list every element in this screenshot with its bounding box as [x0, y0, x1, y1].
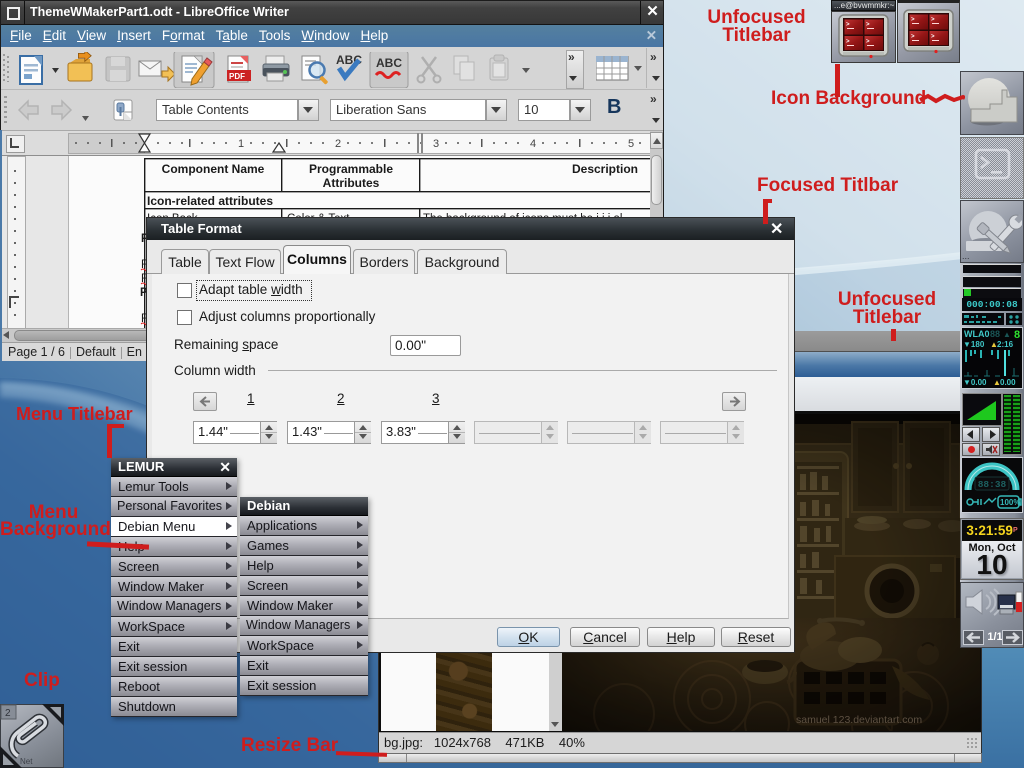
svg-text:>: > — [866, 21, 870, 28]
svg-text:ABC: ABC — [376, 56, 402, 70]
svg-text:1: 1 — [238, 138, 244, 150]
svg-text:▲: ▲ — [1003, 330, 1011, 339]
svg-text:88:38: 88:38 — [978, 479, 1007, 490]
svg-text:4: 4 — [530, 138, 536, 150]
svg-text:>: > — [931, 16, 935, 23]
svg-text:>: > — [846, 38, 850, 45]
svg-text:>: > — [866, 38, 870, 45]
svg-text:Component Name: Component Name — [162, 162, 265, 176]
svg-text:>: > — [931, 33, 935, 40]
svg-text:Net: Net — [20, 757, 33, 766]
svg-text:0.00: 0.00 — [1000, 378, 1016, 387]
svg-text:2: 2 — [5, 708, 11, 719]
svg-text:Attributes: Attributes — [323, 176, 380, 190]
svg-text:Icon-related attributes: Icon-related attributes — [147, 194, 273, 208]
svg-text:▼180: ▼180 — [963, 340, 985, 349]
svg-text:5: 5 — [628, 138, 634, 150]
svg-text:▼0.00: ▼0.00 — [963, 378, 987, 387]
svg-text:3: 3 — [433, 138, 439, 150]
svg-text:Programmable: Programmable — [309, 162, 393, 176]
svg-text:Description: Description — [572, 162, 638, 176]
svg-text:>: > — [911, 33, 915, 40]
svg-text:2: 2 — [335, 138, 341, 150]
svg-text:88: 88 — [990, 329, 1000, 339]
svg-text:PDF: PDF — [229, 72, 245, 81]
svg-text:samuel 123.deviantart.com: samuel 123.deviantart.com — [796, 714, 922, 726]
svg-text:>: > — [911, 16, 915, 23]
svg-text:8: 8 — [1014, 329, 1020, 341]
svg-text:100%: 100% — [1000, 498, 1020, 507]
svg-text:WLA0: WLA0 — [964, 329, 990, 339]
svg-text:2:16: 2:16 — [997, 340, 1014, 349]
svg-text:>: > — [846, 21, 850, 28]
